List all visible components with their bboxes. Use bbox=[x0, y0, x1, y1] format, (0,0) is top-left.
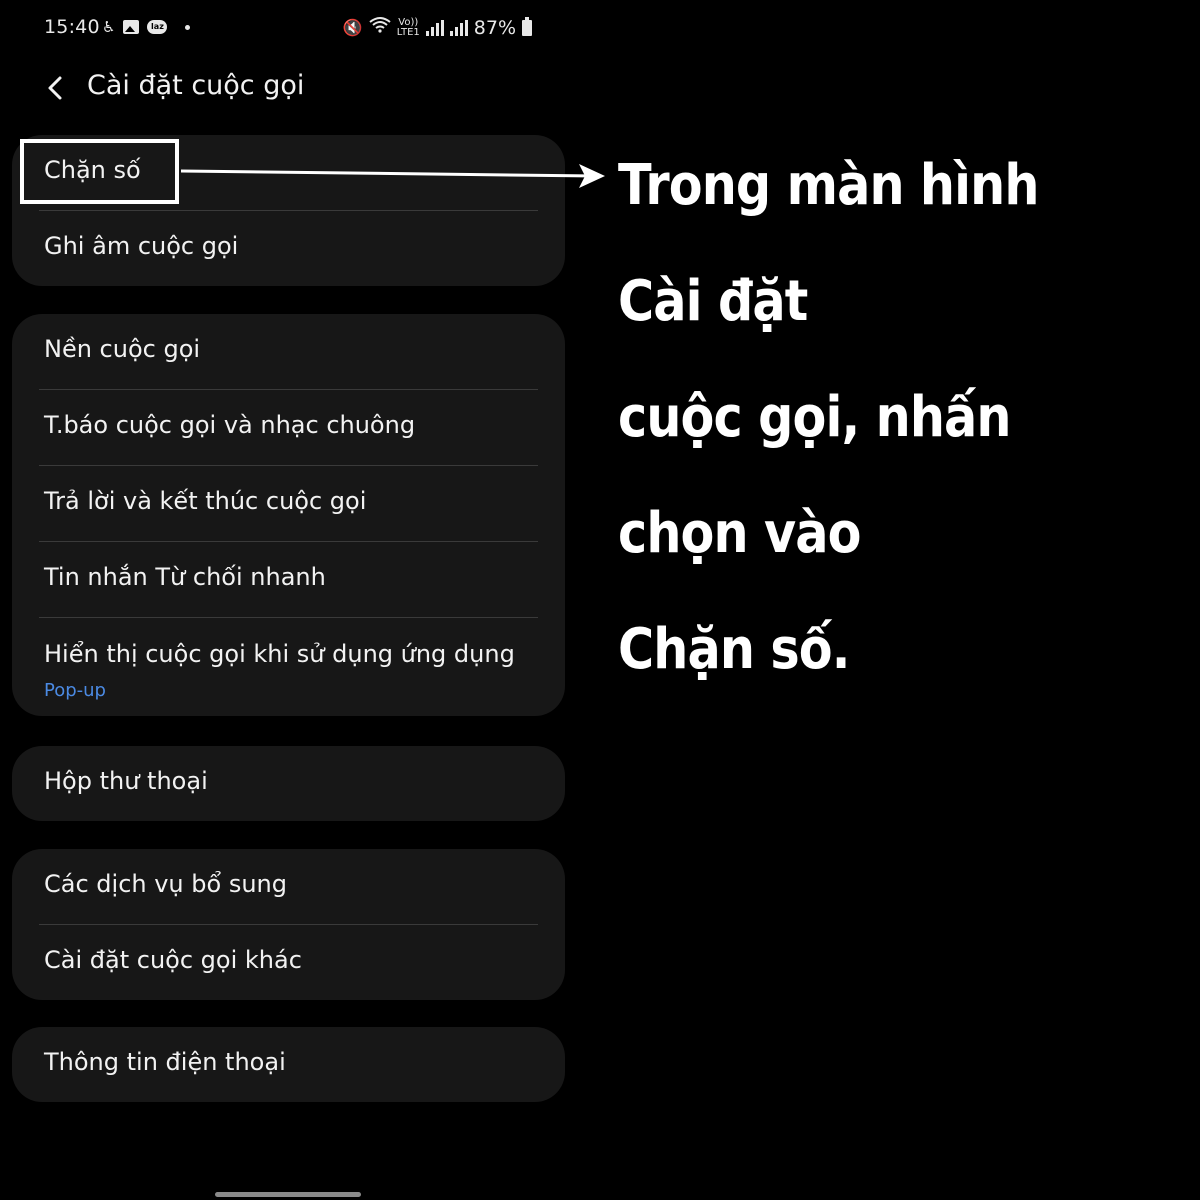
annotation-line: Trong màn hình Cài đặt bbox=[618, 153, 1039, 334]
item-other-call-settings[interactable]: Cài đặt cuộc gọi khác bbox=[12, 925, 565, 1000]
item-quick-decline-messages[interactable]: Tin nhắn Từ chối nhanh bbox=[12, 542, 565, 617]
item-label: Nền cuộc gọi bbox=[44, 335, 201, 363]
item-label: Các dịch vụ bổ sung bbox=[44, 870, 287, 898]
highlight-box bbox=[20, 139, 179, 204]
item-label: T.báo cuộc gọi và nhạc chuông bbox=[44, 411, 416, 439]
battery-percent: 87% bbox=[473, 16, 516, 39]
mute-vibrate-icon: 🔇 bbox=[342, 17, 363, 37]
chevron-left-icon bbox=[48, 76, 62, 100]
battery-icon bbox=[522, 16, 532, 36]
settings-group-5: Thông tin điện thoại bbox=[12, 1027, 565, 1102]
item-call-recording[interactable]: Ghi âm cuộc gọi bbox=[12, 211, 565, 286]
item-label: Cài đặt cuộc gọi khác bbox=[44, 946, 302, 974]
item-label: Tin nhắn Từ chối nhanh bbox=[44, 563, 326, 591]
annotation-arrow-icon bbox=[181, 164, 605, 188]
item-label: Thông tin điện thoại bbox=[44, 1048, 286, 1076]
annotation-line: Chặn số. bbox=[618, 617, 850, 682]
app-header: Cài đặt cuộc gọi bbox=[0, 62, 580, 114]
item-supplementary-services[interactable]: Các dịch vụ bổ sung bbox=[12, 849, 565, 924]
wifi-icon bbox=[369, 16, 391, 39]
back-button[interactable] bbox=[40, 72, 70, 104]
settings-group-4: Các dịch vụ bổ sung Cài đặt cuộc gọi khá… bbox=[12, 849, 565, 1000]
item-answer-end-calls[interactable]: Trả lời và kết thúc cuộc gọi bbox=[12, 466, 565, 541]
item-label: Ghi âm cuộc gọi bbox=[44, 232, 239, 260]
item-call-alerts-ringtone[interactable]: T.báo cuộc gọi và nhạc chuông bbox=[12, 390, 565, 465]
signal-2-icon bbox=[449, 19, 468, 36]
signal-1-icon bbox=[425, 19, 444, 36]
item-label: Trả lời và kết thúc cuộc gọi bbox=[44, 487, 367, 515]
accessibility-icon: ♿ bbox=[102, 18, 116, 36]
item-call-background[interactable]: Nền cuộc gọi bbox=[12, 314, 565, 389]
home-indicator[interactable] bbox=[215, 1192, 361, 1197]
item-voicemail[interactable]: Hộp thư thoại bbox=[12, 746, 565, 821]
volte-bottom: LTE1 bbox=[396, 26, 420, 38]
settings-group-2: Nền cuộc gọi T.báo cuộc gọi và nhạc chuô… bbox=[12, 314, 565, 716]
volte-top: Vo)) bbox=[398, 16, 419, 28]
item-label: Hộp thư thoại bbox=[44, 767, 208, 795]
annotation-line: cuộc gọi, nhấn chọn vào bbox=[618, 385, 1011, 566]
item-call-display-while-using-apps[interactable]: Hiển thị cuộc gọi khi sử dụng ứng dụng P… bbox=[12, 618, 565, 716]
item-label: Hiển thị cuộc gọi khi sử dụng ứng dụng bbox=[44, 640, 515, 668]
annotation-text: Trong màn hình Cài đặt cuộc gọi, nhấn ch… bbox=[618, 128, 1128, 708]
image-icon bbox=[123, 20, 140, 34]
status-left-icons: ♿ laz bbox=[102, 17, 191, 37]
status-bar: 15:40 ♿ laz 🔇 Vo)) LTE1 87% bbox=[0, 0, 580, 56]
lazada-icon: laz bbox=[147, 20, 168, 34]
page-title: Cài đặt cuộc gọi bbox=[87, 70, 305, 101]
status-time: 15:40 bbox=[44, 16, 100, 38]
volte-icon: Vo)) LTE1 bbox=[396, 16, 420, 38]
item-sublabel: Pop-up bbox=[44, 680, 106, 701]
notification-dot-icon bbox=[185, 24, 191, 30]
status-right-icons: 🔇 Vo)) LTE1 87% bbox=[343, 16, 532, 39]
item-phone-info[interactable]: Thông tin điện thoại bbox=[12, 1027, 565, 1102]
settings-group-3: Hộp thư thoại bbox=[12, 746, 565, 821]
